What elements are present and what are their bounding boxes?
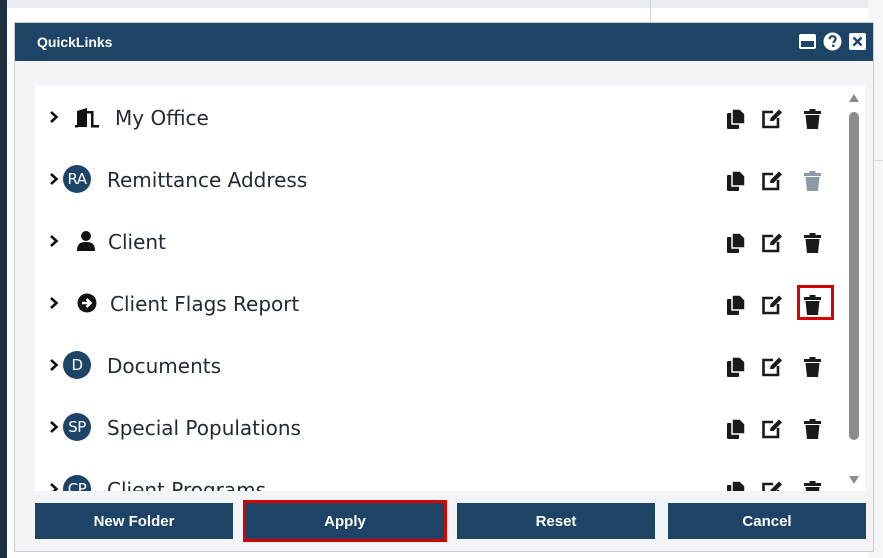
- edit-icon[interactable]: [761, 480, 783, 491]
- list-item[interactable]: Client Flags Report: [35, 272, 845, 334]
- quicklinks-list: My Office RA Remittance Address Client C…: [35, 86, 865, 491]
- edit-icon[interactable]: [761, 356, 783, 378]
- delete-icon[interactable]: [801, 232, 823, 254]
- arrow-circle-right-icon: [77, 293, 97, 318]
- item-label: Client Flags Report: [110, 292, 300, 316]
- badge-text: SP: [63, 413, 91, 441]
- delete-icon[interactable]: [801, 480, 823, 491]
- copy-icon[interactable]: [725, 108, 747, 130]
- delete-icon[interactable]: [801, 108, 823, 130]
- badge-text: RA: [63, 165, 91, 193]
- scroll-up-arrow-icon[interactable]: [849, 94, 859, 102]
- circle-badge-icon: D: [63, 351, 91, 379]
- background-app-topbar: [0, 0, 883, 8]
- apply-button[interactable]: Apply: [243, 500, 447, 542]
- user-icon: [76, 231, 96, 256]
- delete-highlight-box: [797, 285, 834, 320]
- item-label: Client Programs: [107, 478, 267, 491]
- background-app-edge: [0, 0, 7, 558]
- titlebar-controls: [798, 32, 867, 51]
- delete-icon-disabled: [801, 170, 823, 192]
- item-label: Client: [108, 230, 166, 254]
- cancel-button[interactable]: Cancel: [668, 503, 866, 539]
- item-label: My Office: [115, 106, 209, 130]
- delete-icon[interactable]: [801, 356, 823, 378]
- dialog-titlebar: QuickLinks: [15, 23, 873, 61]
- minimize-icon[interactable]: [798, 32, 817, 51]
- edit-icon[interactable]: [761, 418, 783, 440]
- apply-button-label: Apply: [324, 512, 366, 530]
- circle-badge-icon: SP: [63, 413, 91, 441]
- dialog-title: QuickLinks: [37, 34, 113, 50]
- copy-icon[interactable]: [725, 480, 747, 491]
- list-item[interactable]: CP Client Programs: [35, 458, 845, 491]
- chevron-right-icon[interactable]: [49, 172, 59, 186]
- dialog-footer: New Folder Apply Reset Cancel: [35, 500, 867, 542]
- new-folder-button[interactable]: New Folder: [35, 503, 233, 539]
- circle-badge-icon: CP: [63, 475, 91, 491]
- chevron-right-icon[interactable]: [49, 420, 59, 434]
- badge-text: CP: [63, 475, 91, 491]
- copy-icon[interactable]: [725, 294, 747, 316]
- chevron-right-icon[interactable]: [49, 110, 59, 124]
- chevron-right-icon[interactable]: [49, 482, 59, 491]
- close-icon[interactable]: [848, 32, 867, 51]
- item-label: Documents: [107, 354, 222, 378]
- copy-icon[interactable]: [725, 418, 747, 440]
- background-divider: [650, 0, 651, 22]
- chevron-right-icon[interactable]: [49, 296, 59, 310]
- help-icon[interactable]: [823, 32, 842, 51]
- edit-icon[interactable]: [761, 294, 783, 316]
- edit-icon[interactable]: [761, 232, 783, 254]
- chevron-right-icon[interactable]: [49, 358, 59, 372]
- copy-icon[interactable]: [725, 170, 747, 192]
- copy-icon[interactable]: [725, 356, 747, 378]
- item-label: Special Populations: [107, 416, 301, 440]
- circle-badge-icon: RA: [63, 165, 91, 193]
- office-door-icon: [75, 107, 101, 134]
- item-label: Remittance Address: [107, 168, 308, 192]
- chevron-right-icon[interactable]: [49, 234, 59, 248]
- quicklinks-dialog: QuickLinks My Office RA Remittance Addre…: [14, 22, 874, 552]
- edit-icon[interactable]: [761, 170, 783, 192]
- list-item[interactable]: Client: [35, 210, 845, 272]
- background-divider: [875, 160, 883, 161]
- list-item[interactable]: SP Special Populations: [35, 396, 845, 458]
- copy-icon[interactable]: [725, 232, 747, 254]
- list-item[interactable]: RA Remittance Address: [35, 148, 845, 210]
- delete-icon[interactable]: [801, 418, 823, 440]
- edit-icon[interactable]: [761, 108, 783, 130]
- scrollbar-thumb[interactable]: [849, 112, 859, 440]
- list-item[interactable]: D Documents: [35, 334, 845, 396]
- list-item[interactable]: My Office: [35, 86, 845, 148]
- scroll-down-arrow-icon[interactable]: [849, 476, 859, 484]
- reset-button[interactable]: Reset: [457, 503, 655, 539]
- badge-text: D: [63, 351, 91, 379]
